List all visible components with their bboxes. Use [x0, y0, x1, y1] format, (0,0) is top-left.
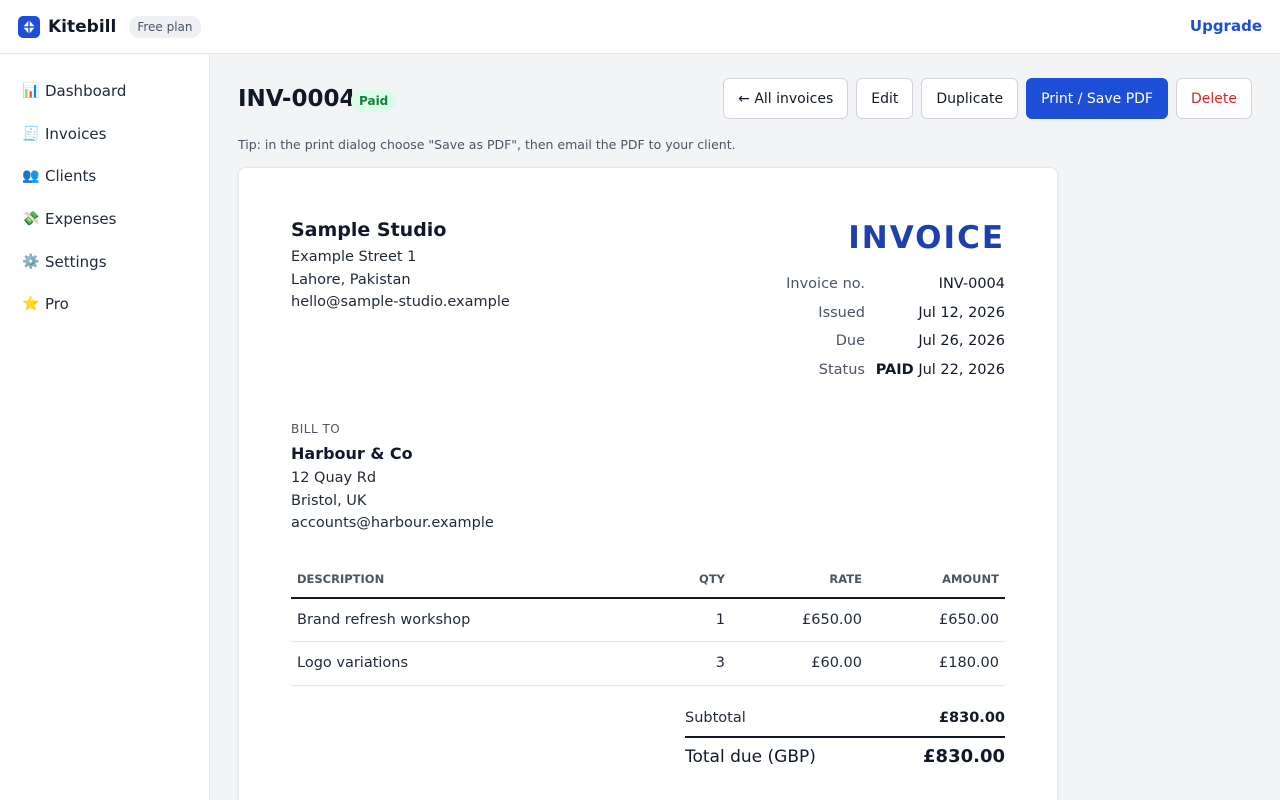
table-row: Brand refresh workshop 1 £650.00 £650.00	[291, 598, 1005, 642]
money-icon: 💸	[22, 211, 40, 228]
sender-name: Sample Studio	[291, 219, 447, 241]
table-row: Logo variations 3 £60.00 £180.00	[291, 641, 1005, 686]
sidebar-item-label: Dashboard	[45, 82, 127, 101]
brand[interactable]: Kitebill Free plan	[18, 16, 201, 38]
client-city: Bristol, UK	[291, 493, 367, 509]
sidebar-item-expenses[interactable]: 💸 Expenses	[0, 198, 209, 241]
invoice-number: INV-0004	[938, 276, 1005, 292]
item-amount: £180.00	[868, 641, 1005, 686]
delete-button[interactable]: Delete	[1176, 78, 1252, 119]
qty-column-header: QTY	[661, 560, 731, 599]
all-invoices-button[interactable]: ← All invoices	[723, 78, 849, 119]
total-due-label: Total due (GBP)	[685, 747, 816, 767]
issued-label: Issued	[818, 305, 865, 321]
amount-column-header: AMOUNT	[868, 560, 1005, 599]
status-label: Status	[818, 362, 865, 378]
plan-badge: Free plan	[129, 16, 201, 38]
sender-city: Lahore, Pakistan	[291, 272, 411, 288]
sender-email: hello@sample-studio.example	[291, 294, 510, 310]
rate-column-header: RATE	[731, 560, 868, 599]
table-header-row: DESCRIPTION QTY RATE AMOUNT	[291, 560, 1005, 599]
print-save-pdf-button[interactable]: Print / Save PDF	[1026, 78, 1168, 119]
invoice-heading: INVOICE	[848, 220, 1005, 256]
gear-icon: ⚙️	[22, 253, 40, 270]
client-street: 12 Quay Rd	[291, 470, 377, 486]
sidebar: 📊 Dashboard 🧾 Invoices 👥 Clients 💸 Expen…	[0, 54, 210, 800]
item-rate: £650.00	[731, 598, 868, 642]
status-word: PAID	[875, 362, 914, 378]
sidebar-item-pro[interactable]: ⭐ Pro	[0, 283, 209, 326]
print-tip: Tip: in the print dialog choose "Save as…	[238, 137, 736, 152]
duplicate-button[interactable]: Duplicate	[921, 78, 1019, 119]
sidebar-item-label: Settings	[45, 252, 107, 271]
due-label: Due	[835, 333, 865, 349]
sidebar-item-label: Expenses	[45, 210, 117, 229]
top-bar: Kitebill Free plan Upgrade	[0, 0, 1280, 54]
description-column-header: DESCRIPTION	[291, 560, 661, 599]
bill-to-label: BILL TO	[291, 422, 341, 436]
paid-date: Jul 22, 2026	[918, 362, 1005, 378]
item-rate: £60.00	[731, 641, 868, 686]
bar-chart-icon: 📊	[22, 83, 40, 100]
sidebar-item-invoices[interactable]: 🧾 Invoices	[0, 113, 209, 156]
star-icon: ⭐	[22, 296, 40, 313]
status-badge: Paid	[351, 90, 397, 112]
sidebar-item-label: Pro	[45, 295, 69, 314]
subtotal-value: £830.00	[938, 710, 1005, 726]
sidebar-item-clients[interactable]: 👥 Clients	[0, 155, 209, 198]
page-title: INV-0004	[238, 86, 356, 112]
upgrade-link[interactable]: Upgrade	[1190, 17, 1262, 35]
invoice-document: Sample Studio Example Street 1 Lahore, P…	[238, 167, 1058, 800]
sidebar-item-label: Clients	[45, 167, 97, 186]
item-amount: £650.00	[868, 598, 1005, 642]
kite-logo-icon	[18, 16, 40, 38]
sender-street: Example Street 1	[291, 249, 417, 265]
edit-button[interactable]: Edit	[856, 78, 914, 119]
due-date: Jul 26, 2026	[918, 333, 1005, 349]
item-qty: 3	[661, 641, 731, 686]
total-divider	[685, 736, 1005, 738]
client-name: Harbour & Co	[291, 444, 413, 463]
invoice-number-label: Invoice no.	[786, 276, 865, 292]
sidebar-item-settings[interactable]: ⚙️ Settings	[0, 240, 209, 283]
sidebar-item-label: Invoices	[45, 124, 107, 143]
total-due-value: £830.00	[923, 746, 1005, 767]
people-icon: 👥	[22, 168, 40, 185]
item-qty: 1	[661, 598, 731, 642]
issued-date: Jul 12, 2026	[918, 305, 1005, 321]
item-description: Brand refresh workshop	[291, 598, 661, 642]
receipt-icon: 🧾	[22, 125, 40, 142]
status-value: PAID Jul 22, 2026	[875, 362, 1005, 378]
subtotal-label: Subtotal	[685, 710, 746, 726]
item-description: Logo variations	[291, 641, 661, 686]
app-name: Kitebill	[48, 17, 117, 37]
action-toolbar: ← All invoices Edit Duplicate Print / Sa…	[723, 78, 1252, 119]
sidebar-item-dashboard[interactable]: 📊 Dashboard	[0, 70, 209, 113]
client-email: accounts@harbour.example	[291, 515, 494, 531]
line-items-table: DESCRIPTION QTY RATE AMOUNT Brand refres…	[291, 560, 1005, 686]
